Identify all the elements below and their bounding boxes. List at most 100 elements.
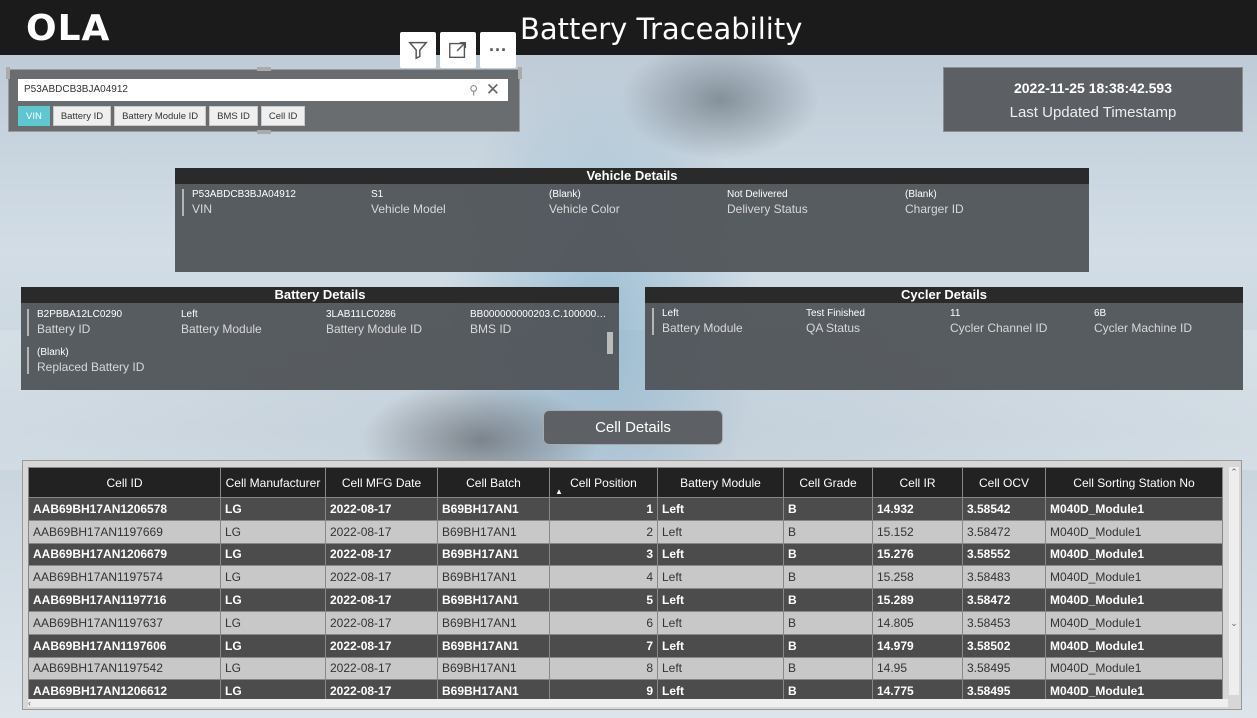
table-cell: B [783,565,873,590]
chip-battery-id[interactable]: Battery ID [52,106,112,126]
table-cell: Left [657,588,784,612]
field-label: VIN [192,202,213,216]
field-label: Cycler Channel ID [950,321,1048,335]
field-vehicle-model: S1 Vehicle Model [371,189,541,216]
table-cell: B [783,588,873,612]
search-input[interactable]: P53ABDCB3BJA04912 ⚲ ✕ [18,79,508,101]
chip-bms-id[interactable]: BMS ID [209,106,258,126]
cell-details-button[interactable]: Cell Details [543,410,723,445]
table-cell: 14.805 [872,610,963,635]
field-bms-id: BB000000000203.C.1000000... BMS ID [470,309,610,336]
field-value: 6B [1094,308,1107,319]
table-cell: 6 [549,610,658,635]
cycler-details-panel: Cycler Details Left Battery Module Test … [645,287,1243,390]
field-value: Test Finished [806,308,865,319]
resize-handle[interactable] [257,67,271,71]
chip-vin[interactable]: VIN [18,106,50,126]
field-value: Not Delivered [727,189,788,200]
table-cell: AAB69BH17AN1197606 [28,633,221,658]
table-row[interactable]: AAB69BH17AN1197716 LG 2022-08-17 B69BH17AN1… [28,588,1223,612]
table-cell: 2022-08-17 [325,542,438,567]
field-value: BB000000000203.C.1000000... [470,309,610,320]
field-qa-status: Test Finished QA Status [806,308,946,335]
table-cell: Left [657,497,784,521]
table-cell: LG [220,497,326,521]
table-cell: 7 [549,633,658,658]
horizontal-scrollbar[interactable]: ‹ [28,699,1228,708]
column-header-cell-sorting-station-no[interactable]: Cell Sorting Station No [1045,467,1223,498]
table-cell: LG [220,610,326,635]
ola-logo: OLA [26,8,111,49]
table-row[interactable]: AAB69BH17AN1197606 LG 2022-08-17 B69BH17AN1… [28,633,1223,658]
field-value: S1 [371,189,384,200]
field-cycler-battery-module: Left Battery Module [652,308,792,335]
table-row[interactable]: AAB69BH17AN1197574 LG 2022-08-17 B69BH17AN1… [28,565,1223,590]
field-replaced-battery-id: (Blank) Replaced Battery ID [27,347,187,374]
column-header-cell-ir[interactable]: Cell IR [872,467,963,498]
field-vehicle-color: (Blank) Vehicle Color [549,189,719,216]
close-icon[interactable]: ✕ [486,80,500,100]
search-icon[interactable]: ⚲ [469,83,478,97]
column-header-cell-grade[interactable]: Cell Grade [783,467,873,498]
cell-table: Cell ID Cell Manufacturer Cell MFG Date Cel… [28,467,1223,704]
table-cell: 15.258 [872,565,963,590]
table-cell: 15.276 [872,542,963,567]
timestamp-value: 2022-11-25 18:38:42.593 [1013,80,1173,96]
table-row[interactable]: AAB69BH17AN1206578 LG 2022-08-17 B69BH17AN1… [28,497,1223,521]
column-header-label: Cell Sorting Station No [1073,475,1195,490]
field-value: 11 [950,308,961,319]
column-header-cell-ocv[interactable]: Cell OCV [962,467,1046,498]
field-label: Vehicle Model [371,202,446,216]
table-row[interactable]: AAB69BH17AN1197542 LG 2022-08-17 B69BH17AN1… [28,656,1223,681]
field-value: (Blank) [905,189,937,200]
column-header-battery-module[interactable]: Battery Module [657,467,784,498]
more-options-icon[interactable]: ··· [480,32,516,68]
slicer-field-chips: VIN Battery ID Battery Module ID BMS ID … [18,106,306,126]
field-battery-id: B2PBBA12LC0290 Battery ID [27,309,167,336]
chip-battery-module-id[interactable]: Battery Module ID [114,106,207,126]
table-row[interactable]: AAB69BH17AN1197637 LG 2022-08-17 B69BH17AN1… [28,610,1223,635]
chip-cell-id[interactable]: Cell ID [260,106,306,126]
focus-mode-icon[interactable] [440,32,476,68]
column-header-cell-id[interactable]: Cell ID [28,467,221,498]
field-label: BMS ID [470,322,512,336]
resize-handle[interactable] [6,67,10,79]
battery-details-panel: Battery Details B2PBBA12LC0290 Battery I… [21,287,619,390]
table-cell: B69BH17AN1 [437,565,550,590]
filter-icon[interactable] [400,32,436,68]
table-cell: 3.58502 [962,633,1046,658]
table-cell: Left [657,565,784,590]
table-cell: 15.289 [872,588,963,612]
field-label: Battery Module [181,322,262,336]
cell-details-table: Cell ID Cell Manufacturer Cell MFG Date Cel… [22,460,1242,710]
resize-handle[interactable] [257,130,271,134]
table-cell: 3.58483 [962,565,1046,590]
table-cell: LG [220,588,326,612]
table-cell: 2022-08-17 [325,610,438,635]
table-cell: 2022-08-17 [325,633,438,658]
column-header-cell-mfg-date[interactable]: Cell MFG Date [325,467,438,498]
table-cell: M040D_Module1 [1045,519,1223,544]
field-charger-id: (Blank) Charger ID [905,189,1075,216]
table-cell: M040D_Module1 [1045,588,1223,612]
table-cell: 2022-08-17 [325,588,438,612]
vertical-scrollbar[interactable]: ⌃ ⌄ [1229,467,1239,695]
table-cell: B [783,497,873,521]
resize-handle[interactable] [518,67,522,79]
column-header-cell-position[interactable]: Cell Position ▲ [549,467,658,498]
timestamp-label: Last Updated Timestamp [1009,104,1177,121]
table-row[interactable]: AAB69BH17AN1197669 LG 2022-08-17 B69BH17AN1… [28,519,1223,544]
table-cell: Left [657,610,784,635]
column-header-cell-manufacturer[interactable]: Cell Manufacturer [220,467,326,498]
panel-scrollbar[interactable] [607,332,613,354]
table-row[interactable]: AAB69BH17AN1206679 LG 2022-08-17 B69BH17AN1… [28,542,1223,567]
table-cell: 2 [549,519,658,544]
field-label: Battery Module ID [326,322,423,336]
table-cell: B [783,633,873,658]
column-header-cell-batch[interactable]: Cell Batch [437,467,550,498]
table-cell: B69BH17AN1 [437,497,550,521]
background-scooter-mirror [620,40,820,160]
table-cell: 2022-08-17 [325,497,438,521]
field-cycler-machine-id: 6B Cycler Machine ID [1094,308,1234,335]
table-cell: M040D_Module1 [1045,633,1223,658]
